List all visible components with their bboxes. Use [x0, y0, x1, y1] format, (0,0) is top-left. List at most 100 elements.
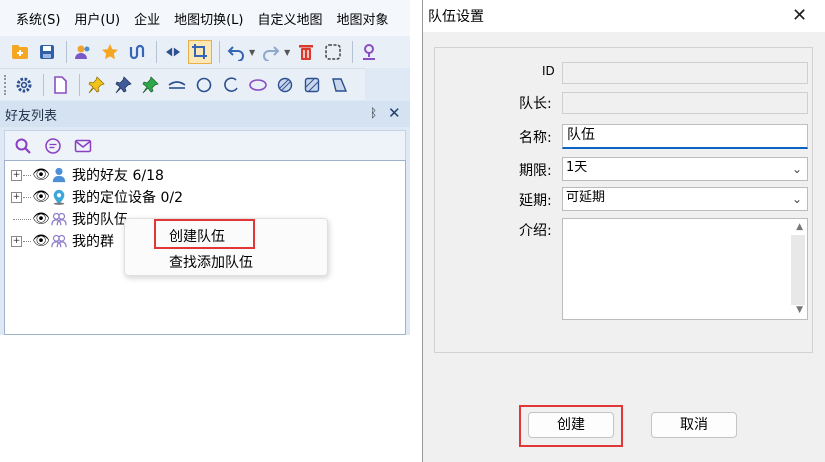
tree-node-groups[interactable]: + 👁 我的群 — [11, 230, 114, 252]
redo-icon[interactable] — [259, 40, 283, 64]
scrollbar-track[interactable] — [791, 235, 805, 305]
eye-icon[interactable]: 👁 — [32, 233, 50, 249]
menu-custom-map[interactable]: 自定义地图 — [243, 9, 322, 28]
menu-user[interactable]: 用户(U) — [60, 9, 120, 28]
tree-node-teams[interactable]: 👁 我的队伍 — [11, 208, 128, 230]
chevron-down-icon: ⌄ — [791, 192, 802, 206]
polygon-icon[interactable] — [327, 73, 351, 97]
pin-green-icon[interactable] — [138, 73, 162, 97]
expand-icon[interactable]: + — [11, 235, 22, 247]
settings-groupbox: ID 队长: 名称: 队伍 期限: 1天 ⌄ 延期: 可延期 ⌄ 介绍: ▲ ▼ — [434, 47, 813, 353]
close-icon[interactable]: ✕ — [388, 104, 401, 122]
tree-line — [23, 240, 31, 242]
scroll-up-icon[interactable]: ▲ — [796, 222, 803, 232]
eye-icon[interactable]: 👁 — [32, 189, 50, 205]
name-input[interactable]: 队伍 — [562, 124, 808, 149]
id-field — [562, 62, 808, 84]
leader-field — [562, 92, 808, 114]
id-label: ID — [542, 64, 555, 78]
select-rect-icon[interactable] — [321, 40, 345, 64]
toolbar-separator — [66, 41, 67, 63]
route-icon[interactable] — [125, 40, 149, 64]
toolbar-separator — [219, 41, 220, 63]
pin-yellow-icon[interactable] — [84, 73, 108, 97]
pin-blue-icon[interactable] — [111, 73, 135, 97]
intro-textarea[interactable]: ▲ ▼ — [562, 218, 808, 320]
create-button[interactable]: 创建 — [528, 412, 614, 438]
eye-icon[interactable]: 👁 — [32, 211, 50, 227]
tree-line — [13, 218, 31, 220]
crop-icon[interactable] — [188, 40, 212, 64]
extend-value: 可延期 — [566, 190, 606, 205]
toolbar-separator — [43, 73, 44, 96]
menu-system[interactable]: 系统(S) — [0, 9, 60, 28]
team-settings-dialog: 队伍设置 ✕ ID 队长: 名称: 队伍 期限: 1天 ⌄ 延期: 可延期 ⌄ … — [422, 0, 825, 462]
pin-icon[interactable]: ᛒ — [370, 106, 377, 120]
toolbar-separator — [352, 41, 354, 63]
layers-icon[interactable] — [161, 40, 185, 64]
save-icon[interactable] — [35, 40, 59, 64]
cancel-button[interactable]: 取消 — [651, 412, 737, 438]
hatched-circle-icon[interactable] — [273, 73, 297, 97]
leader-label: 队长: — [519, 96, 552, 112]
person-icon — [50, 166, 68, 184]
settings-icon[interactable] — [12, 73, 36, 97]
team-icon — [50, 210, 68, 228]
intro-label: 介绍: — [519, 223, 552, 239]
folder-add-icon[interactable] — [8, 40, 32, 64]
arc-line-icon[interactable] — [165, 73, 189, 97]
extend-select[interactable]: 可延期 ⌄ — [562, 187, 808, 211]
hatched-square-icon[interactable] — [300, 73, 324, 97]
map-pin-icon[interactable] — [357, 40, 381, 64]
mail-icon[interactable] — [71, 134, 95, 158]
friend-list-panel-header: 好友列表 ᛒ ✕ — [0, 101, 410, 127]
toolbar-grip[interactable] — [4, 74, 8, 95]
toolbar-separator — [156, 41, 157, 63]
menu-map-switch[interactable]: 地图切换(L) — [160, 9, 243, 28]
expand-icon[interactable]: + — [11, 169, 22, 181]
main-application: 系统(S) 用户(U) 企业 地图切换(L) 自定义地图 地图对象 ▼ ▼ 好友… — [0, 0, 410, 335]
drawing-toolbar — [0, 68, 365, 100]
redo-dropdown-icon[interactable]: ▼ — [284, 48, 290, 57]
duration-select[interactable]: 1天 ⌄ — [562, 157, 808, 181]
tree-line — [23, 196, 31, 198]
ellipse-icon[interactable] — [246, 73, 270, 97]
menu-item-find-team[interactable]: 查找添加队伍 — [169, 252, 253, 272]
search-icon[interactable] — [11, 134, 35, 158]
tree-node-devices[interactable]: + 👁 我的定位设备 0/2 — [11, 186, 183, 208]
document-icon[interactable] — [48, 73, 72, 97]
group-icon — [50, 232, 68, 250]
name-label: 名称: — [519, 130, 552, 146]
menu-item-create-team[interactable]: 创建队伍 — [169, 226, 225, 246]
toolbar-separator — [79, 73, 80, 96]
menu-bar: 系统(S) 用户(U) 企业 地图切换(L) 自定义地图 地图对象 — [0, 0, 410, 36]
scroll-down-icon[interactable]: ▼ — [796, 305, 803, 315]
star-icon[interactable] — [98, 40, 122, 64]
panel-title: 好友列表 — [5, 108, 58, 124]
dialog-titlebar: 队伍设置 ✕ — [423, 0, 825, 32]
users-icon[interactable] — [71, 40, 95, 64]
undo-dropdown-icon[interactable]: ▼ — [249, 48, 255, 57]
duration-label: 期限: — [519, 163, 552, 179]
tree-node-label: 我的队伍 — [72, 212, 128, 228]
delete-icon[interactable] — [294, 40, 318, 64]
menu-enterprise[interactable]: 企业 — [120, 9, 160, 28]
panel-toolbar — [4, 130, 406, 160]
dialog-title: 队伍设置 — [428, 9, 484, 25]
eye-icon[interactable]: 👁 — [32, 167, 50, 183]
chevron-down-icon: ⌄ — [791, 162, 802, 176]
extend-label: 延期: — [519, 193, 552, 209]
expand-icon[interactable]: + — [11, 191, 22, 203]
tree-node-friends[interactable]: + 👁 我的好友 6/18 — [11, 164, 164, 186]
tree-node-label: 我的好友 6/18 — [72, 168, 164, 184]
tree-line — [23, 174, 31, 176]
arc-icon[interactable] — [219, 73, 243, 97]
circle-icon[interactable] — [192, 73, 216, 97]
undo-icon[interactable] — [224, 40, 248, 64]
chat-icon[interactable] — [41, 134, 65, 158]
context-menu: 创建队伍 查找添加队伍 — [124, 218, 328, 276]
tree-node-label: 我的群 — [72, 234, 114, 250]
close-icon[interactable]: ✕ — [792, 5, 807, 26]
menu-map-objects[interactable]: 地图对象 — [323, 9, 389, 28]
main-toolbar: ▼ ▼ — [0, 36, 410, 68]
